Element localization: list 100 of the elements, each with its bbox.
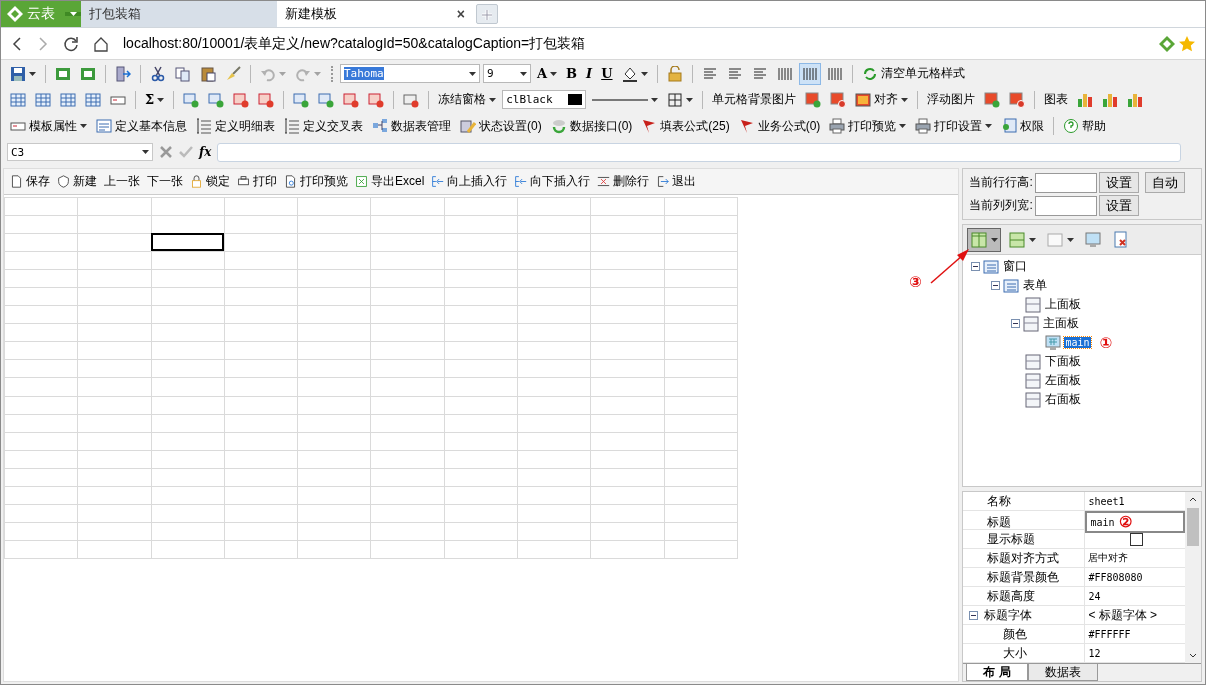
function-button[interactable]: fx (199, 145, 212, 160)
panel-tab[interactable]: 布 局 (966, 664, 1028, 681)
tree-item[interactable]: main (1064, 337, 1091, 348)
list-icon (983, 258, 1000, 275)
scrollbar-thumb[interactable] (1187, 508, 1199, 546)
toolbar-button[interactable]: 数据表管理 (369, 115, 454, 138)
action-button[interactable]: 打印预览 (284, 173, 348, 190)
formula-input[interactable] (217, 142, 1181, 162)
tree-item[interactable]: 右面板 (1044, 391, 1083, 408)
caret-icon[interactable] (69, 12, 77, 16)
row-height-input[interactable] (1034, 172, 1097, 193)
cell-name-box[interactable]: C3 (7, 143, 153, 162)
scroll-down-icon[interactable] (1189, 653, 1197, 659)
caret-icon (651, 97, 659, 102)
action-button[interactable]: 锁定 (190, 173, 230, 190)
caret-icon (1067, 237, 1075, 242)
property-name: 标题字体 (984, 606, 1033, 624)
caret-icon (991, 237, 999, 242)
toolbar-button[interactable]: 单元格背景图片 (709, 88, 800, 111)
caret-icon (314, 71, 321, 76)
tree-item[interactable]: 上面板 (1044, 296, 1083, 313)
color-dropdown[interactable]: clBlack (502, 90, 587, 110)
toolbar-button[interactable]: 浮动图片 (924, 88, 979, 111)
tree-item[interactable]: 表单 (1022, 277, 1049, 294)
reload-icon[interactable] (63, 35, 79, 52)
image-remove-icon (1009, 91, 1026, 108)
toolbar-button[interactable]: U (598, 62, 616, 85)
set-button[interactable]: 设置 (1098, 172, 1139, 193)
document-search-icon (284, 175, 297, 188)
action-button[interactable]: 退出 (656, 173, 697, 190)
toolbar-button[interactable]: 定义明细表 (193, 115, 278, 138)
toolbar-button[interactable]: 数据接口(0) (547, 115, 636, 138)
toolbar-button[interactable]: 打印设置 (912, 115, 996, 138)
tree-item[interactable]: 下面板 (1044, 353, 1083, 370)
action-button[interactable]: 新建 (57, 173, 97, 190)
checkbox[interactable] (1130, 532, 1144, 546)
toolbar-button[interactable]: 打印预览 (826, 115, 910, 138)
collapse-toggle[interactable] (969, 610, 979, 620)
property-value: 居中对齐 (1088, 551, 1129, 565)
set-button[interactable]: 设置 (1098, 195, 1139, 216)
caret-icon (686, 97, 694, 102)
flag-icon (738, 118, 755, 135)
tree-toolbar-button[interactable] (967, 227, 1002, 252)
collapse-toggle[interactable] (1011, 319, 1021, 328)
auto-button[interactable]: 自动 (1144, 172, 1185, 193)
toolbar-button[interactable]: B (563, 62, 581, 85)
toolbar-button[interactable]: 模板属性 (7, 115, 90, 138)
toolbar-button[interactable]: 冻结窗格 (435, 88, 500, 111)
toolbar-button[interactable]: Σ (142, 88, 168, 111)
collapse-toggle[interactable] (971, 262, 981, 271)
table-icon (60, 91, 76, 108)
action-button[interactable]: 向下插入行 (514, 173, 591, 190)
close-icon[interactable]: × (456, 6, 465, 22)
check-icon[interactable] (179, 145, 193, 160)
action-button[interactable]: 导出Excel (355, 173, 425, 190)
rows-icon (1008, 230, 1027, 249)
action-button[interactable]: 保存 (10, 173, 50, 190)
annotation-arrow (929, 247, 971, 285)
scroll-up-icon[interactable] (1189, 496, 1197, 502)
toolbar-button[interactable]: I (583, 62, 596, 85)
action-button[interactable]: 打印 (237, 173, 277, 190)
panel-tab[interactable]: 数据表 (1027, 664, 1098, 681)
tree-item[interactable]: 主面板 (1042, 315, 1081, 332)
toolbar-button[interactable]: 业务公式(0) (735, 115, 824, 138)
diamond-logo-icon[interactable] (1159, 35, 1175, 52)
star-icon[interactable] (1179, 35, 1195, 52)
scrollbar[interactable] (1185, 492, 1201, 663)
browser-tab[interactable]: 打包装箱 (81, 1, 277, 27)
action-button[interactable]: 下一张 (147, 173, 183, 190)
sheet-cell[interactable] (150, 233, 224, 252)
table-delete-icon (233, 91, 250, 108)
toolbar-button[interactable]: 帮助 (1060, 115, 1110, 138)
home-icon[interactable] (93, 35, 109, 52)
action-button[interactable]: 向上插入行 (431, 173, 508, 190)
action-button[interactable]: 上一张 (104, 173, 140, 190)
column-width-input[interactable] (1034, 195, 1097, 216)
toolbar-button[interactable]: 填表公式(25) (638, 115, 733, 138)
toolbar-button[interactable]: 定义交叉表 (281, 115, 366, 138)
property-input[interactable]: main ② (1085, 511, 1185, 533)
clipboard-icon (200, 65, 216, 82)
toolbar-button[interactable]: 图表 (1041, 88, 1072, 111)
cancel-icon[interactable] (159, 145, 173, 160)
caret-icon (550, 71, 558, 76)
action-button[interactable]: 删除行 (597, 173, 650, 190)
toolbar-button[interactable]: 对齐 (852, 88, 912, 111)
toolbar-button[interactable]: 权限 (998, 115, 1048, 138)
back-icon[interactable] (11, 35, 23, 52)
tree-item[interactable]: 左面板 (1044, 372, 1083, 389)
spreadsheet-icon (55, 65, 71, 82)
forward-icon[interactable] (37, 35, 49, 52)
dropdown-field[interactable]: Tahoma (340, 64, 480, 83)
panel-icon (1023, 315, 1040, 332)
toolbar-button[interactable]: 定义基本信息 (93, 115, 190, 138)
new-tab-button[interactable] (476, 4, 498, 24)
toolbar-button[interactable]: A (534, 62, 561, 85)
collapse-toggle[interactable] (991, 281, 1001, 290)
toolbar-button[interactable]: 状态设置(0) (457, 115, 545, 138)
tree-item[interactable]: 窗口 (1002, 258, 1029, 275)
toolbar-button[interactable]: 清空单元格样式 (858, 62, 968, 85)
dropdown-field[interactable]: 9 (483, 64, 531, 83)
